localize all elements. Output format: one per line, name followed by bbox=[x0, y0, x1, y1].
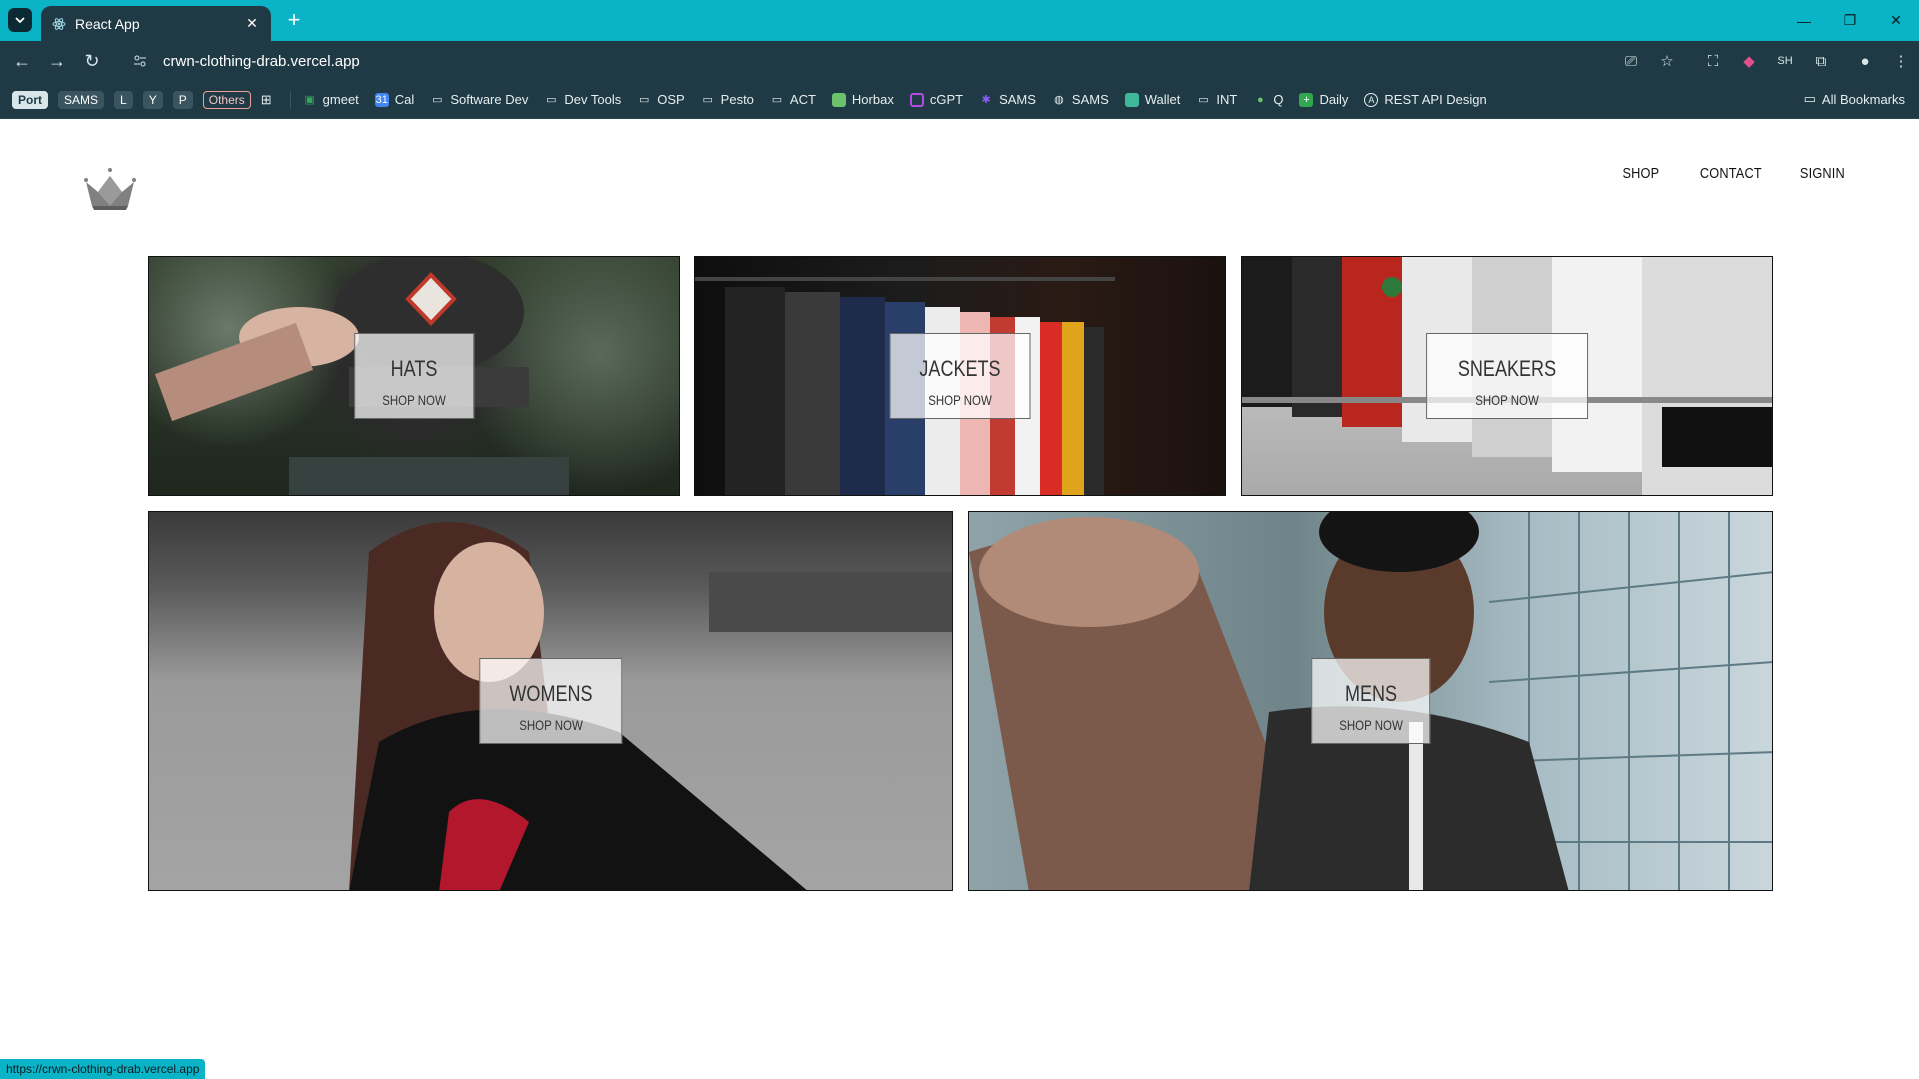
category-title: MENS bbox=[1344, 681, 1397, 706]
category-tile-hats[interactable]: HATS SHOP NOW bbox=[148, 256, 680, 496]
forward-button[interactable]: → bbox=[45, 49, 69, 73]
browser-tab[interactable]: React App ✕ bbox=[41, 6, 271, 41]
cgpt-icon bbox=[909, 92, 924, 107]
tab-title: React App bbox=[75, 15, 140, 32]
toolbar-icons: ⎚ ☆ ⛶ ◆ SH ⧉ ● ⋮ bbox=[1613, 49, 1919, 73]
category-tile-jackets[interactable]: JACKETS SHOP NOW bbox=[694, 256, 1226, 496]
bookmark-star-icon[interactable]: ☆ bbox=[1649, 49, 1685, 73]
folder-icon: ▭ bbox=[1198, 94, 1209, 106]
globe-icon: ◍ bbox=[1054, 94, 1064, 106]
sams-icon: ✱ bbox=[981, 94, 991, 106]
extension-color-icon[interactable]: ◆ bbox=[1731, 49, 1767, 73]
screenshot-icon[interactable]: ⛶ bbox=[1695, 49, 1731, 73]
bookmarks-bar: Port SAMS L Y P Others ⊞ ▣ gmeet 31 Cal ▭ S… bbox=[0, 81, 1919, 119]
browser-toolbar: ← → ↻ crwn-clothing-drab.vercel.app ⎚ ☆ … bbox=[0, 41, 1919, 81]
api-icon: A bbox=[1364, 92, 1379, 107]
folder-icon: ▭ bbox=[702, 94, 713, 106]
bookmark-item[interactable]: ▭ Dev Tools bbox=[544, 92, 621, 107]
bookmark-item[interactable]: ▭ ACT bbox=[770, 92, 816, 107]
bookmark-item[interactable]: Horbax bbox=[831, 92, 894, 107]
bookmark-item[interactable]: 31 Cal bbox=[374, 92, 414, 107]
nav-contact-link[interactable]: CONTACT bbox=[1700, 165, 1762, 182]
shop-now-label[interactable]: SHOP NOW bbox=[1339, 717, 1403, 733]
shop-now-label[interactable]: SHOP NOW bbox=[919, 392, 1000, 408]
browser-titlebar: React App ✕ + — ❐ ✕ bbox=[0, 0, 1919, 41]
bookmark-pill[interactable]: P bbox=[172, 90, 193, 109]
profile-avatar-icon[interactable]: ● bbox=[1847, 49, 1883, 73]
folder-icon: ▭ bbox=[639, 94, 650, 106]
nav-signin-link[interactable]: SIGNIN bbox=[1800, 165, 1845, 182]
extension-sh-icon[interactable]: SH bbox=[1767, 49, 1803, 73]
back-button[interactable]: ← bbox=[10, 49, 34, 73]
url-text: crwn-clothing-drab.vercel.app bbox=[163, 52, 360, 70]
bookmark-pill[interactable]: Others bbox=[202, 90, 251, 109]
bookmark-item[interactable]: ▣ gmeet bbox=[303, 92, 358, 107]
tab-search-button[interactable] bbox=[8, 8, 32, 32]
menu-kebab-icon[interactable]: ⋮ bbox=[1883, 49, 1919, 73]
category-tile-womens[interactable]: WOMENS SHOP NOW bbox=[148, 511, 953, 891]
category-label: MENS SHOP NOW bbox=[1310, 658, 1431, 744]
bookmark-item[interactable]: ◍ SAMS bbox=[1052, 92, 1109, 107]
category-label: HATS SHOP NOW bbox=[354, 333, 474, 419]
chevron-down-icon bbox=[15, 17, 25, 24]
bookmark-separator bbox=[289, 90, 291, 109]
category-label: JACKETS SHOP NOW bbox=[889, 333, 1031, 419]
category-title: HATS bbox=[390, 356, 438, 381]
bookmark-pill[interactable]: Y bbox=[142, 90, 163, 109]
extensions-icon[interactable]: ⧉ bbox=[1803, 49, 1839, 73]
all-bookmarks[interactable]: ▭ All Bookmarks bbox=[1804, 91, 1905, 107]
install-app-icon[interactable]: ⎚ bbox=[1613, 49, 1649, 73]
shop-now-label[interactable]: SHOP NOW bbox=[382, 392, 446, 408]
folder-icon: ▭ bbox=[771, 94, 783, 106]
bookmark-pill[interactable]: L bbox=[114, 90, 133, 109]
category-tile-sneakers[interactable]: SNEAKERS SHOP NOW bbox=[1241, 256, 1773, 496]
bookmark-item[interactable]: + Daily bbox=[1299, 92, 1348, 107]
bookmark-pill[interactable]: Port bbox=[12, 90, 48, 109]
calendar-icon: 31 bbox=[374, 92, 389, 107]
shop-now-label[interactable]: SHOP NOW bbox=[1458, 392, 1556, 408]
bookmark-item[interactable]: ▭ INT bbox=[1196, 92, 1237, 107]
bookmark-item[interactable]: ▭ Software Dev bbox=[430, 92, 528, 107]
new-tab-button[interactable]: + bbox=[282, 7, 306, 32]
category-label: SNEAKERS SHOP NOW bbox=[1426, 333, 1588, 419]
react-icon bbox=[51, 16, 67, 32]
close-icon[interactable]: ✕ bbox=[243, 15, 261, 33]
crown-logo-icon[interactable] bbox=[82, 162, 138, 212]
restore-button[interactable]: ❐ bbox=[1827, 0, 1873, 41]
category-title: WOMENS bbox=[508, 681, 593, 706]
q-icon: ● bbox=[1257, 93, 1264, 106]
folder-icon: ▭ bbox=[1803, 91, 1816, 106]
address-bar[interactable]: crwn-clothing-drab.vercel.app bbox=[125, 46, 1625, 76]
bookmark-pill[interactable]: SAMS bbox=[58, 90, 105, 109]
apps-grid-icon[interactable]: ⊞ bbox=[261, 92, 272, 108]
category-label: WOMENS SHOP NOW bbox=[478, 658, 623, 744]
horbax-icon bbox=[831, 92, 846, 107]
folder-icon: ▭ bbox=[546, 94, 557, 106]
category-title: JACKETS bbox=[919, 356, 1001, 381]
bookmark-item[interactable]: Wallet bbox=[1124, 92, 1180, 107]
shop-now-label[interactable]: SHOP NOW bbox=[509, 717, 592, 733]
daily-icon: + bbox=[1299, 92, 1314, 107]
wallet-icon bbox=[1124, 92, 1139, 107]
category-tile-mens[interactable]: MENS SHOP NOW bbox=[968, 511, 1773, 891]
main-nav: SHOP CONTACT SIGNIN bbox=[1586, 165, 1845, 182]
close-window-button[interactable]: ✕ bbox=[1873, 0, 1919, 41]
bookmark-item[interactable]: cGPT bbox=[909, 92, 963, 107]
status-bar-url: https://crwn-clothing-drab.vercel.app bbox=[0, 1059, 206, 1079]
reload-button[interactable]: ↻ bbox=[80, 49, 104, 73]
site-info-icon[interactable] bbox=[125, 54, 155, 68]
category-title: SNEAKERS bbox=[1457, 356, 1557, 381]
gmeet-icon: ▣ bbox=[304, 94, 315, 106]
folder-icon: ▭ bbox=[432, 94, 443, 106]
bookmark-item[interactable]: ▭ OSP bbox=[637, 92, 685, 107]
bookmark-item[interactable]: ▭ Pesto bbox=[701, 92, 753, 107]
nav-shop-link[interactable]: SHOP bbox=[1623, 165, 1660, 182]
minimize-button[interactable]: — bbox=[1781, 0, 1827, 41]
bookmark-item[interactable]: ✱ SAMS bbox=[979, 92, 1035, 107]
window-controls: — ❐ ✕ bbox=[1781, 0, 1919, 41]
web-page: SHOP CONTACT SIGNIN HATS SHOP NOW JACKET… bbox=[0, 119, 1919, 1079]
bookmark-item[interactable]: ● Q bbox=[1253, 92, 1283, 107]
bookmark-item[interactable]: A REST API Design bbox=[1364, 92, 1487, 107]
